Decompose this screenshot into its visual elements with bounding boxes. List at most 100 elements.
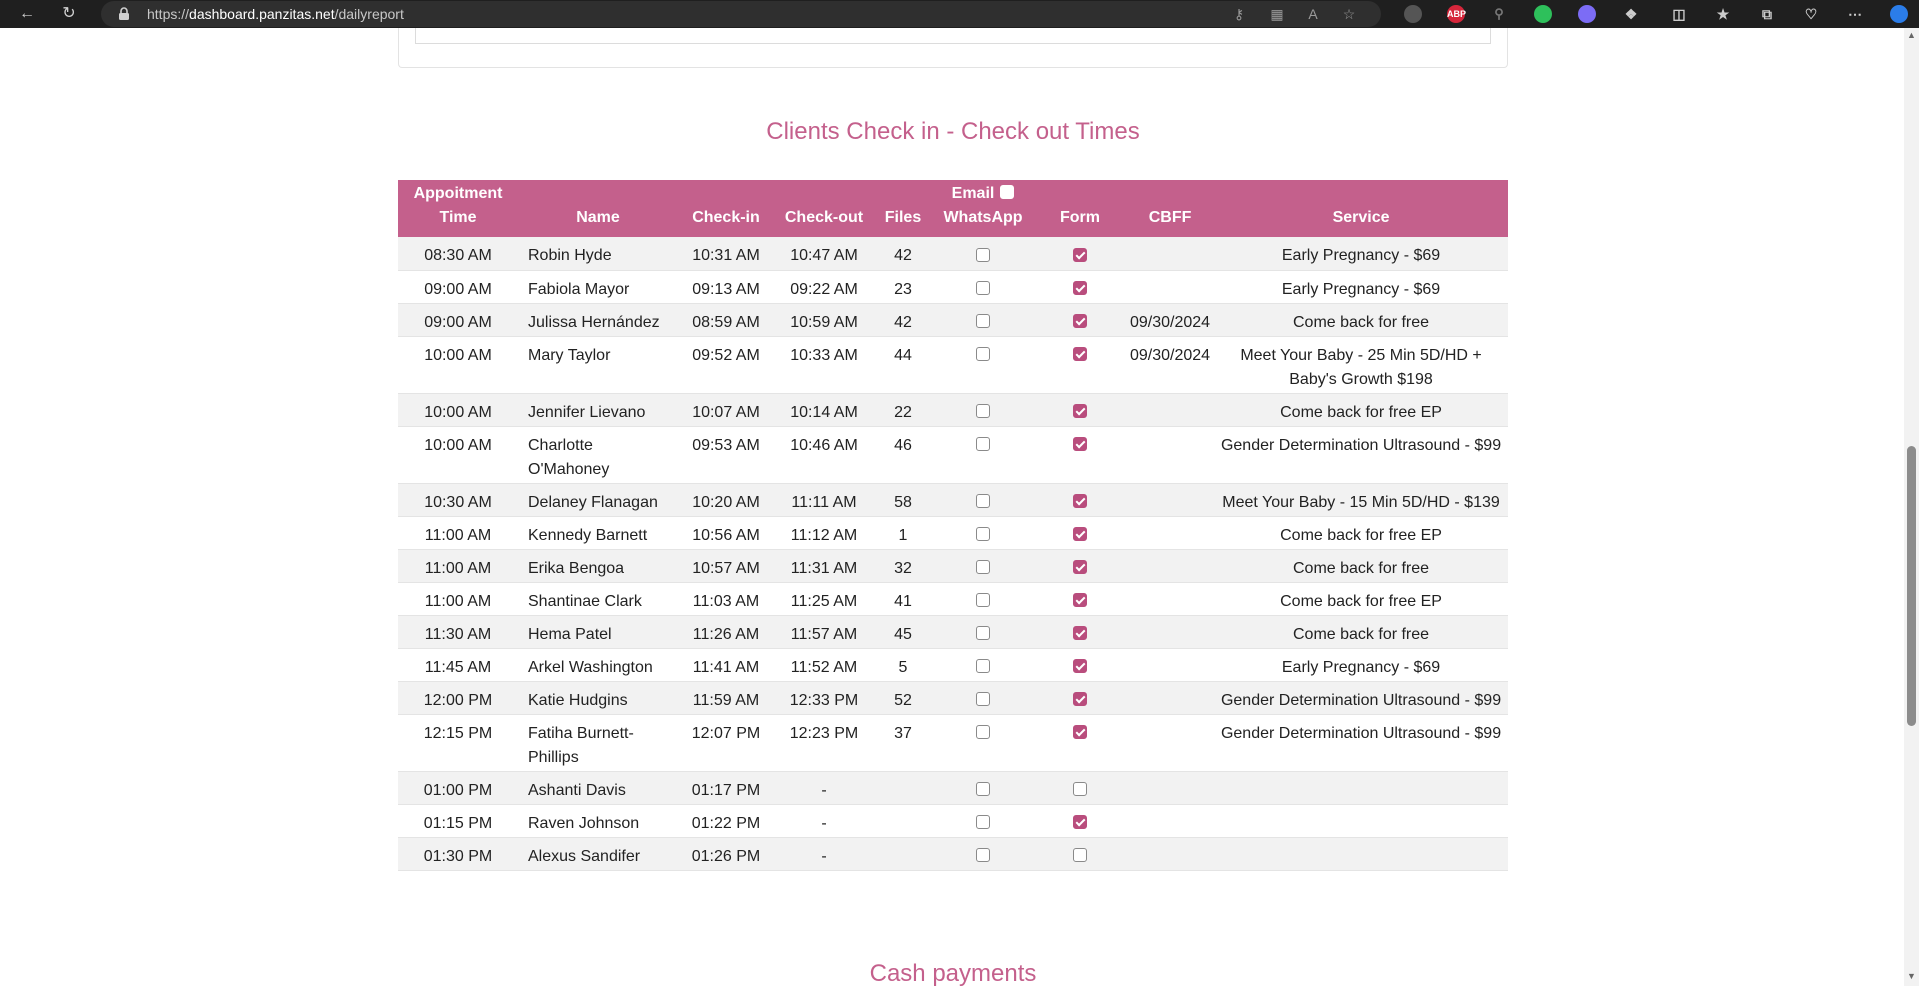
key-icon[interactable]: ⚷ [1231, 6, 1247, 22]
files-cell: 52 [874, 681, 932, 715]
read-aloud-icon[interactable]: A [1305, 6, 1321, 22]
whatsapp-checkbox[interactable] [976, 725, 990, 740]
table-row: 10:00 AM Jennifer Lievano 10:07 AM 10:14 AM… [398, 393, 1508, 427]
scrollbar-thumb[interactable] [1907, 446, 1916, 726]
form-checkbox[interactable] [1073, 314, 1087, 329]
files-cell [874, 804, 932, 838]
whatsapp-checkbox[interactable] [976, 404, 990, 419]
form-checkbox[interactable] [1073, 659, 1087, 674]
form-checkbox[interactable] [1073, 404, 1087, 419]
whatsapp-checkbox[interactable] [976, 848, 990, 863]
form-checkbox[interactable] [1073, 626, 1087, 641]
form-checkbox[interactable] [1073, 815, 1087, 830]
files-cell [874, 837, 932, 871]
more-menu-icon[interactable]: ⋯ [1846, 5, 1864, 23]
form-cell [1034, 681, 1126, 715]
form-cell [1034, 615, 1126, 649]
checkout-cell: 11:25 AM [774, 582, 874, 616]
adblock-icon[interactable]: ABP [1447, 5, 1466, 23]
browser-essentials-icon[interactable]: ♡ [1802, 5, 1820, 23]
table-row: 10:00 AM Charlotte O'Mahoney 09:53 AM 10:46… [398, 426, 1508, 484]
appointment-time-cell: 11:00 AM [398, 549, 518, 583]
files-cell: 5 [874, 648, 932, 682]
whatsapp-checkbox[interactable] [976, 782, 990, 797]
favorites-icon[interactable]: ★ [1714, 5, 1732, 23]
whatsapp-checkbox[interactable] [976, 437, 990, 452]
extension-face-icon[interactable] [1578, 5, 1596, 23]
back-arrow-icon[interactable]: ← [17, 4, 37, 24]
apps-grid-icon[interactable]: ▦ [1269, 6, 1285, 22]
favorite-star-icon[interactable]: ☆ [1341, 6, 1357, 22]
form-checkbox[interactable] [1073, 560, 1087, 575]
whatsapp-cell [932, 681, 1034, 715]
status-dot-icon[interactable] [1534, 5, 1552, 23]
header-files: Files [874, 180, 932, 237]
form-cell [1034, 393, 1126, 427]
client-name-cell: Delaney Flanagan [518, 483, 678, 517]
table-header-row: Appoitment Time Name Check-in Check-out F… [398, 180, 1508, 237]
form-checkbox[interactable] [1073, 593, 1087, 608]
address-bar[interactable]: https://dashboard.panzitas.net/dailyrepo… [101, 1, 1381, 27]
form-cell [1034, 837, 1126, 871]
cbff-date-cell [1126, 549, 1215, 583]
checkin-cell: 11:03 AM [678, 582, 774, 616]
client-name-cell: Fabiola Mayor [518, 270, 678, 304]
whatsapp-checkbox[interactable] [976, 247, 990, 262]
table-row: 01:15 PM Raven Johnson 01:22 PM - [398, 804, 1508, 838]
split-screen-icon[interactable]: ◫ [1670, 5, 1688, 23]
whatsapp-checkbox[interactable] [976, 593, 990, 608]
whatsapp-checkbox[interactable] [976, 659, 990, 674]
whatsapp-checkbox[interactable] [976, 815, 990, 830]
client-name-cell: Mary Taylor [518, 336, 678, 394]
collections-icon[interactable]: ⧉ [1758, 5, 1776, 23]
checkin-cell: 09:13 AM [678, 270, 774, 304]
copilot-icon[interactable] [1890, 5, 1908, 23]
scroll-down-arrow-icon[interactable]: ▼ [1907, 972, 1916, 981]
scroll-up-arrow-icon[interactable]: ▲ [1907, 31, 1916, 40]
form-checkbox[interactable] [1073, 494, 1087, 509]
zoom-icon[interactable]: ⚲ [1490, 5, 1508, 23]
files-cell [874, 771, 932, 805]
checkin-cell: 11:59 AM [678, 681, 774, 715]
form-cell [1034, 648, 1126, 682]
form-checkbox[interactable] [1073, 848, 1087, 863]
form-cell [1034, 549, 1126, 583]
whatsapp-cell [932, 303, 1034, 337]
header-form: Form [1034, 180, 1126, 237]
files-cell: 37 [874, 714, 932, 772]
extensions-puzzle-icon[interactable]: ❖ [1622, 5, 1640, 23]
checkin-cell: 01:22 PM [678, 804, 774, 838]
table-row: 09:00 AM Fabiola Mayor 09:13 AM 09:22 AM 23 E… [398, 270, 1508, 304]
whatsapp-cell [932, 393, 1034, 427]
appointment-time-cell: 01:00 PM [398, 771, 518, 805]
service-cell: Gender Determination Ultrasound - $99 [1214, 681, 1508, 715]
form-cell [1034, 516, 1126, 550]
scrollbar[interactable]: ▲ ▼ [1904, 28, 1919, 986]
extension-circle-icon[interactable] [1404, 5, 1422, 23]
form-checkbox[interactable] [1073, 281, 1087, 296]
whatsapp-checkbox[interactable] [976, 692, 990, 707]
refresh-icon[interactable]: ↻ [59, 4, 79, 24]
service-cell: Early Pregnancy - $69 [1214, 237, 1508, 271]
whatsapp-checkbox[interactable] [976, 527, 990, 542]
form-checkbox[interactable] [1073, 725, 1087, 740]
whatsapp-checkbox[interactable] [976, 494, 990, 509]
service-cell: Gender Determination Ultrasound - $99 [1214, 426, 1508, 484]
form-cell [1034, 336, 1126, 394]
form-checkbox[interactable] [1073, 527, 1087, 542]
form-checkbox[interactable] [1073, 692, 1087, 707]
whatsapp-checkbox[interactable] [976, 347, 990, 362]
whatsapp-checkbox[interactable] [976, 314, 990, 329]
form-checkbox[interactable] [1073, 347, 1087, 362]
form-checkbox[interactable] [1073, 782, 1087, 797]
whatsapp-checkbox[interactable] [976, 281, 990, 296]
whatsapp-checkbox[interactable] [976, 626, 990, 641]
whatsapp-checkbox[interactable] [976, 560, 990, 575]
form-checkbox[interactable] [1073, 247, 1087, 262]
form-checkbox[interactable] [1073, 437, 1087, 452]
client-name-cell: Erika Bengoa [518, 549, 678, 583]
email-select-all-checkbox[interactable] [1000, 184, 1015, 199]
checkout-cell: 10:33 AM [774, 336, 874, 394]
header-cbff: CBFF [1126, 180, 1215, 237]
form-cell [1034, 237, 1126, 271]
